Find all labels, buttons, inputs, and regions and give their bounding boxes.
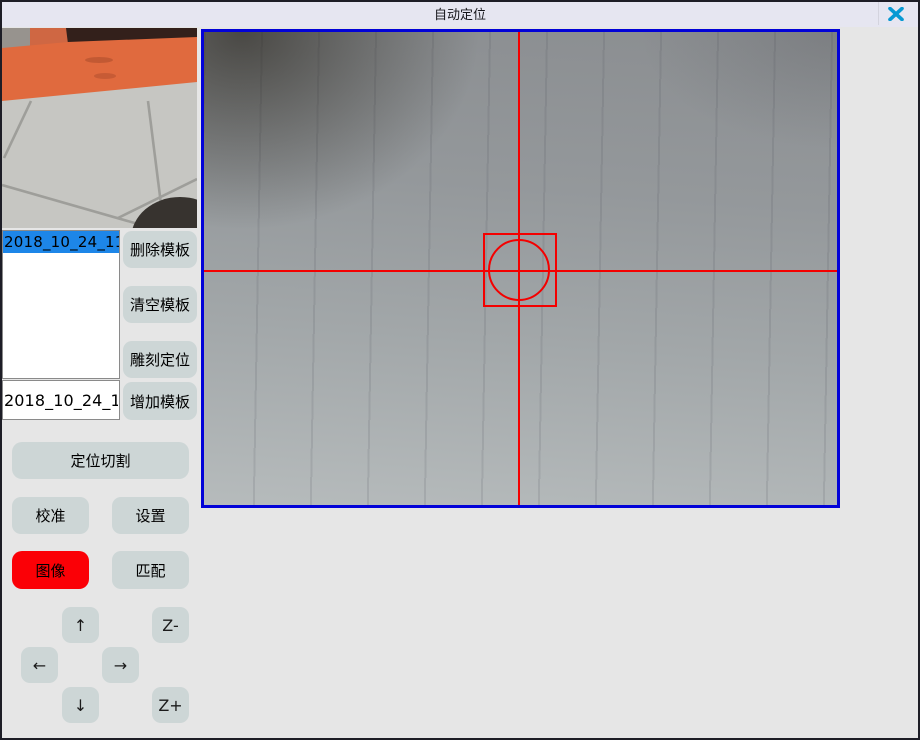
jog-left-button[interactable]: ← xyxy=(21,647,58,683)
match-button[interactable]: 匹配 xyxy=(112,551,189,589)
jog-z-plus-button[interactable]: Z+ xyxy=(152,687,189,723)
jog-down-button[interactable]: ↓ xyxy=(62,687,99,723)
clear-templates-button[interactable]: 清空模板 xyxy=(123,286,197,323)
target-circle xyxy=(488,239,550,301)
template-list-item-selected[interactable]: 2018_10_24_11 xyxy=(3,231,119,253)
template-thumbnail xyxy=(2,28,197,228)
calibrate-button[interactable]: 校准 xyxy=(12,497,89,534)
title-bar: 自动定位 xyxy=(0,0,920,27)
dialog-title: 自动定位 xyxy=(434,4,486,23)
settings-button[interactable]: 设置 xyxy=(112,497,189,534)
jog-right-button[interactable]: → xyxy=(102,647,139,683)
thumbnail-image xyxy=(2,28,197,228)
engrave-position-button[interactable]: 雕刻定位 xyxy=(123,341,197,378)
camera-view[interactable] xyxy=(201,29,840,508)
auto-position-dialog: 自动定位 2018_10_24_11 xyxy=(0,0,920,740)
jog-z-minus-button[interactable]: Z- xyxy=(152,607,189,643)
position-cut-button[interactable]: 定位切割 xyxy=(12,442,189,479)
template-name-field[interactable] xyxy=(2,380,120,420)
delete-template-button[interactable]: 删除模板 xyxy=(123,231,197,268)
close-button[interactable] xyxy=(878,2,912,25)
image-button[interactable]: 图像 xyxy=(12,551,89,589)
jog-up-button[interactable]: ↑ xyxy=(62,607,99,643)
add-template-button[interactable]: 增加模板 xyxy=(123,382,197,420)
close-icon xyxy=(888,7,904,21)
template-list[interactable]: 2018_10_24_11 xyxy=(2,230,120,379)
